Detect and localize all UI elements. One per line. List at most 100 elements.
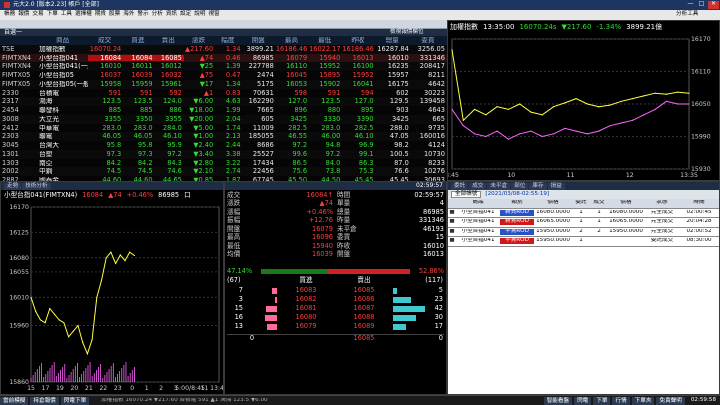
- quote-row[interactable]: 2317 鴻海 123.5 123.5 124.0 ▼6.00 4.63 162290 127.…: [0, 97, 447, 106]
- close-icon[interactable]: ✕: [708, 1, 719, 9]
- orders-tab-1[interactable]: 成交: [469, 182, 487, 190]
- quote-row[interactable]: 1303 南亞 84.2 84.2 84.3 ▼2.80 3.22 17434 86.5 84.0…: [0, 158, 447, 168]
- quote-row[interactable]: 2002 中鋼 74.5 74.5 74.6 ▼2.10 2.74 22456 75.6 73.8…: [0, 167, 447, 176]
- orders-col-head[interactable]: 價格: [534, 200, 572, 206]
- orders-tab-2[interactable]: 未平倉: [487, 182, 511, 190]
- quote-cell: 75.3: [358, 168, 374, 175]
- quote-cell: 1.39: [225, 63, 241, 70]
- menu-item-5[interactable]: 選擇權: [75, 12, 92, 18]
- status-quote-button[interactable]: 行情: [612, 396, 630, 405]
- menu-item-12[interactable]: 設定: [180, 12, 191, 18]
- quote-row[interactable]: 2303 聯電 46.05 46.05 46.10 ▼1.00 2.13 185055 46.5…: [0, 132, 447, 141]
- order-select-icon[interactable]: ■: [448, 229, 456, 235]
- orders-col-head[interactable]: 成交: [590, 200, 608, 206]
- tab-technical[interactable]: 技術分析: [22, 182, 51, 190]
- bid-price[interactable]: 16083: [277, 287, 335, 294]
- quote-row[interactable]: 3008 大立光 3355 3350 3355 ▼20.00 2.04 605 3425 3330…: [0, 114, 447, 124]
- status-smart-button[interactable]: 智能看盤: [543, 396, 573, 405]
- menu-analysis-tools[interactable]: 分析工具: [676, 11, 698, 18]
- order-row[interactable]: ■ 小型台指041 新賣ROD 16065.0000 1 1 16065.0000 完全成交 2…: [448, 218, 719, 228]
- ask-price[interactable]: 16085: [335, 287, 393, 294]
- quote-row[interactable]: 3045 台灣大 95.8 95.8 95.9 ▼2.40 2.44 8686 97.2 94.8…: [0, 141, 447, 150]
- menu-item-13[interactable]: 說明: [194, 12, 205, 18]
- bid-price[interactable]: 16081: [277, 305, 335, 312]
- status-lightning-button[interactable]: 閃電: [574, 396, 592, 405]
- order-select-icon[interactable]: ■: [448, 219, 456, 225]
- menu-item-11[interactable]: 資訊: [166, 12, 177, 18]
- orders-col-head[interactable]: 狀態: [644, 200, 680, 206]
- quote-row[interactable]: FIMTX05 小型台指05(一般) 15958 15959 15961 ▼17 1.34 5…: [0, 79, 447, 89]
- minimize-icon[interactable]: —: [685, 1, 696, 9]
- bid-price[interactable]: 16079: [277, 323, 335, 330]
- quote-row[interactable]: FIMTX05 小型台指05 16037 16039 16032 ▲75 0.47 2474 1…: [0, 71, 447, 80]
- quote-row[interactable]: FIMTXN4 小型台指041 16084 16084 16085 ▲74 0.46 8698…: [0, 53, 447, 63]
- orders-table: 商品 類別 價格 委託 成交 價格 狀態 時間 ■ 小型台指041 新買ROD 16080.0000 1…: [448, 199, 719, 247]
- status-sim-button[interactable]: 當前模擬: [0, 396, 29, 405]
- order-type: 新賣ROD: [500, 219, 534, 226]
- status-disclaimer-button[interactable]: 免責聲明: [656, 396, 685, 405]
- order-row[interactable]: ■ 小型台指041 平賣ROD 15950.0000 2 2 15950.0000 完全成交 0…: [448, 227, 719, 237]
- orders-tab-3[interactable]: 部位: [511, 182, 529, 190]
- col-head[interactable]: 昨收: [342, 37, 375, 44]
- menu-item-9[interactable]: 警示: [137, 12, 148, 18]
- bid-price[interactable]: 16080: [277, 314, 335, 321]
- bid-price[interactable]: 16082: [277, 296, 335, 303]
- col-head[interactable]: 商品: [39, 37, 88, 44]
- quote-row[interactable]: 2330 台積電 591 591 592 ▲1 0.83 70631 598 591 594 602 3…: [0, 88, 447, 98]
- orders-col-head[interactable]: 時間: [680, 200, 718, 206]
- index-chart-point: [564, 102, 566, 104]
- quote-row[interactable]: 2412 中華電 283.0 283.0 284.0 ▼5.00 1.74 11009 282.…: [0, 123, 447, 133]
- quote-row[interactable]: FIMTXN4 小型台指041(一般) 16010 16011 16012 ▼25 1.39…: [0, 62, 447, 71]
- quote-row[interactable]: TSE 加權指數 16070.24 ▲217.60 1.34 3899.21 16186.4…: [0, 44, 447, 54]
- menu-item-4[interactable]: 工具: [61, 12, 72, 18]
- order-select-icon[interactable]: ■: [448, 238, 456, 244]
- order-row[interactable]: ■ 小型台指041 新買ROD 16080.0000 1 1 16080.0000 完全成交 0…: [448, 208, 719, 218]
- menu-item-14[interactable]: 視窗: [208, 12, 219, 18]
- col-head[interactable]: 成交: [88, 37, 123, 44]
- orders-tab-5[interactable]: 損益: [547, 182, 565, 190]
- orders-tab-4[interactable]: 庫存: [529, 182, 547, 190]
- detail-cell: 4: [439, 199, 444, 208]
- quote-cell: 46.10: [354, 133, 374, 140]
- col-head[interactable]: 委買: [411, 37, 447, 44]
- col-head[interactable]: 幅度: [215, 37, 242, 44]
- col-head[interactable]: 總量: [376, 37, 411, 44]
- bid-bar-track: [243, 314, 277, 321]
- orders-col-head[interactable]: 委託: [572, 200, 590, 206]
- maximize-icon[interactable]: □: [696, 1, 707, 9]
- menu-item-0[interactable]: 帳務: [4, 12, 15, 18]
- ask-price[interactable]: 16087: [335, 305, 393, 312]
- col-head[interactable]: 最高: [276, 37, 309, 44]
- menu-item-2[interactable]: 交易: [32, 12, 43, 18]
- menu-item-3[interactable]: 下單: [47, 12, 58, 18]
- col-head[interactable]: 漲跌: [184, 37, 215, 44]
- orders-col-head[interactable]: 類別: [500, 200, 534, 206]
- orders-col-head[interactable]: 商品: [456, 200, 500, 206]
- ask-price[interactable]: 16089: [335, 323, 393, 330]
- status-order-button[interactable]: 下單: [593, 396, 611, 405]
- orders-toolbar: 全部帳號 [2021/03/08-02:55:19]: [448, 190, 719, 199]
- menu-item-10[interactable]: 分析: [152, 12, 163, 18]
- status-folder-button[interactable]: 下單夾: [631, 396, 655, 405]
- col-head[interactable]: 最低: [309, 37, 342, 44]
- col-head[interactable]: 開盤: [243, 37, 276, 44]
- ask-price[interactable]: 16088: [335, 314, 393, 321]
- order-select-icon[interactable]: ■: [448, 210, 456, 216]
- orders-col-head[interactable]: 價格: [608, 200, 644, 206]
- order-row[interactable]: ■ 小型台指041 平賣ROD 15950.0000 1 委託成交 08:30:00: [448, 237, 719, 247]
- quote-row[interactable]: 2454 聯發科 885 885 886 ▼18.00 1.99 7665 896 880 895 9…: [0, 106, 447, 115]
- menu-item-1[interactable]: 報價: [18, 12, 29, 18]
- status-flash-button[interactable]: 閃電下單: [60, 396, 90, 405]
- menu-item-7[interactable]: 股票: [109, 12, 120, 18]
- quote-field-setting[interactable]: 檢視報價欄位: [390, 29, 424, 36]
- col-head[interactable]: 賣出: [155, 37, 184, 44]
- menu-item-8[interactable]: 海外: [123, 12, 134, 18]
- quote-row[interactable]: 1301 台塑 97.3 97.3 97.2 ▼3.40 3.38 25527 99.6 97.2…: [0, 149, 447, 159]
- status-position-button[interactable]: 持倉報價: [30, 396, 59, 405]
- col-head[interactable]: 買進: [123, 37, 154, 44]
- account-select[interactable]: 全部帳號: [451, 190, 482, 199]
- orders-tab-0[interactable]: 委託: [451, 182, 469, 190]
- menu-item-6[interactable]: 期貨: [95, 12, 106, 18]
- tab-trend[interactable]: 走勢: [4, 182, 22, 190]
- ask-price[interactable]: 16086: [335, 296, 393, 303]
